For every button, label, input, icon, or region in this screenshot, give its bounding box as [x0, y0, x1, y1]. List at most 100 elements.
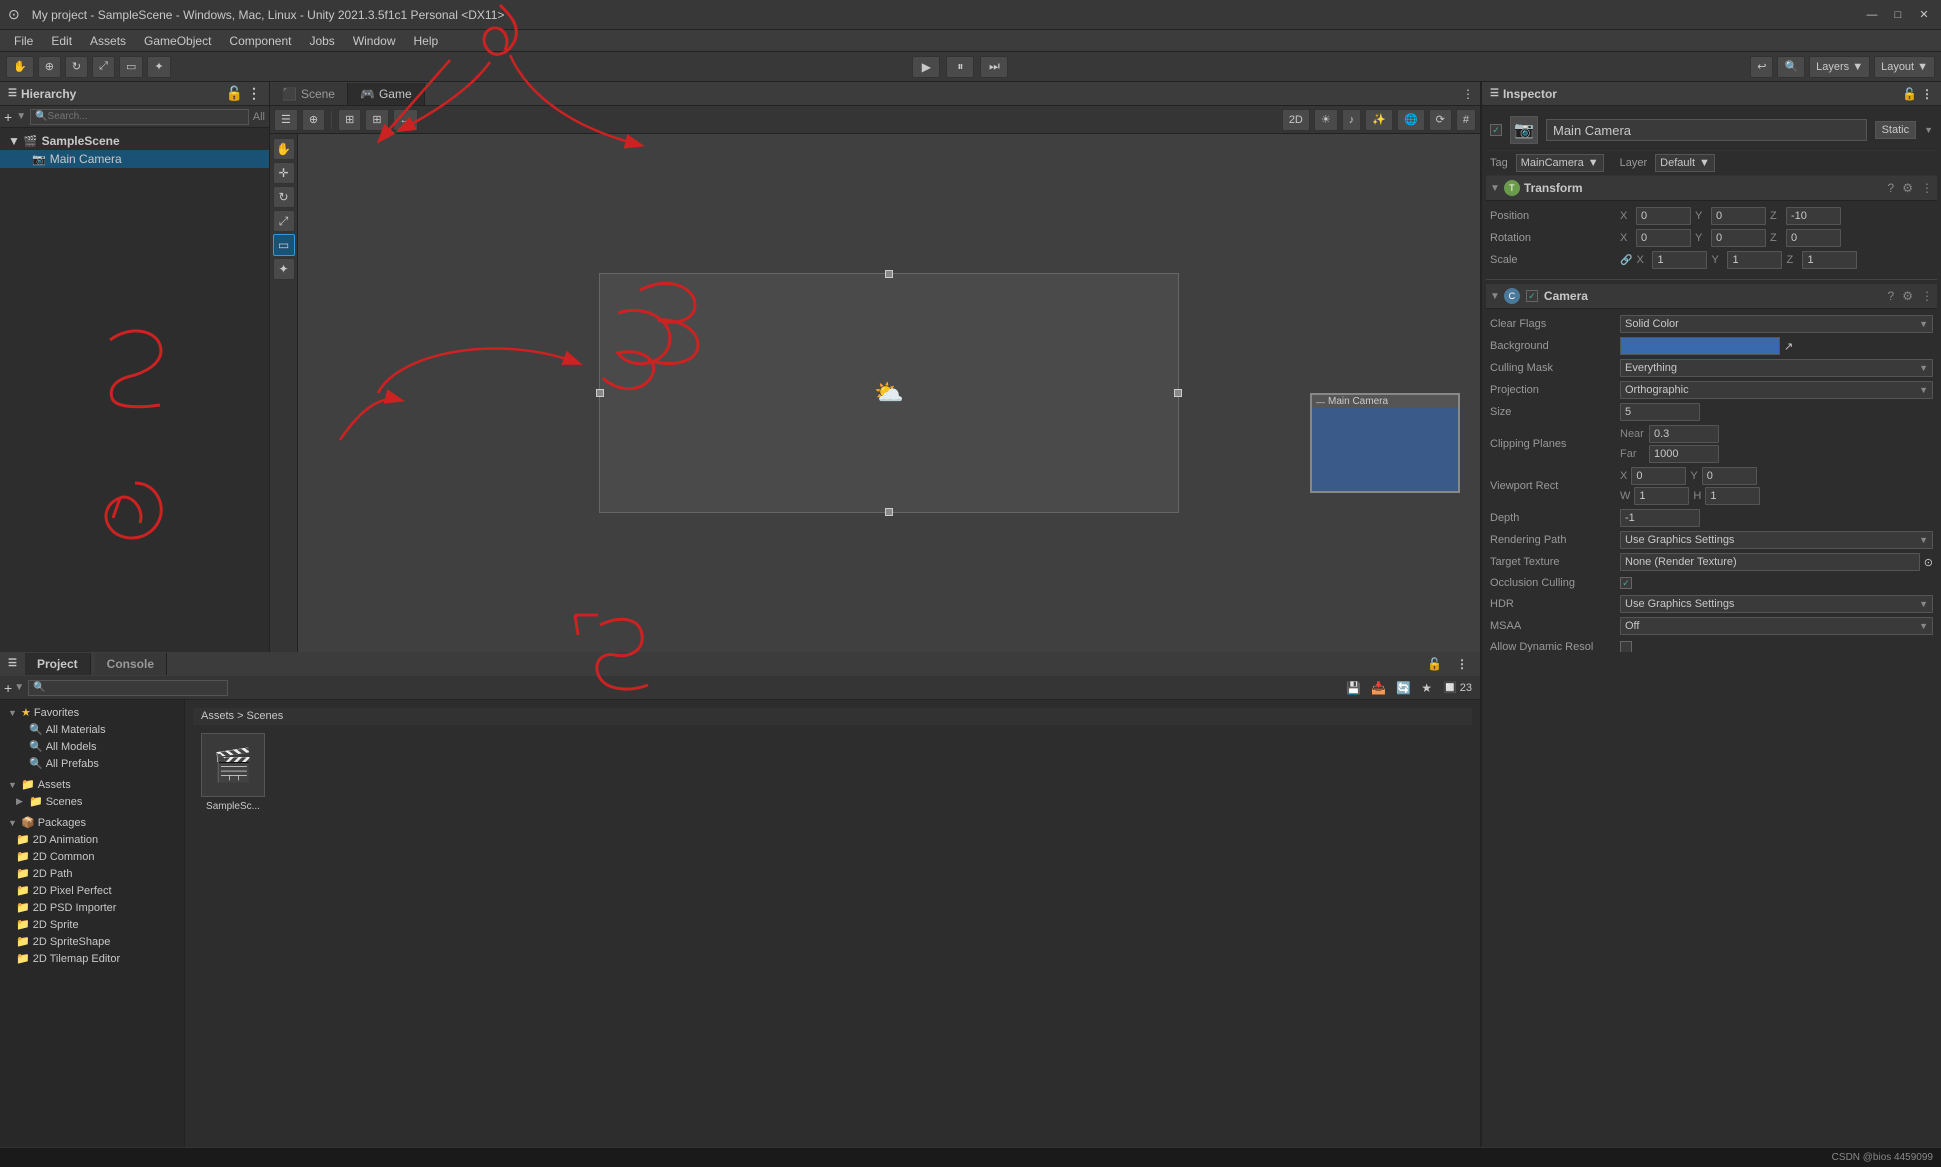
transform-more-icon[interactable]: ⋮ — [1921, 181, 1933, 195]
tab-scene[interactable]: ⬛ Scene — [270, 83, 348, 105]
layers-dropdown[interactable]: Layers ▼ — [1809, 56, 1870, 78]
vp-x-input[interactable]: 0 — [1631, 467, 1686, 485]
assets-header[interactable]: ▼ 📁 Assets — [0, 776, 184, 793]
scale-y-input[interactable]: 1 — [1727, 251, 1782, 269]
pkg-2d-path[interactable]: 📁 2D Path — [0, 865, 184, 882]
hierarchy-scene-item[interactable]: ▼ 🎬 SampleScene — [0, 132, 269, 150]
project-add-btn[interactable]: + — [4, 680, 12, 696]
search-btn[interactable]: 🔍 — [1777, 56, 1805, 78]
hierarchy-add-btn[interactable]: + — [4, 109, 12, 125]
clear-flags-dropdown[interactable]: Solid Color ▼ — [1620, 315, 1933, 333]
msaa-dropdown[interactable]: Off ▼ — [1620, 617, 1933, 635]
target-texture-pick-icon[interactable]: ⊙ — [1924, 556, 1933, 569]
rot-z-input[interactable]: 0 — [1786, 229, 1841, 247]
occlusion-checkbox[interactable]: ✓ — [1620, 577, 1632, 589]
menu-jobs[interactable]: Jobs — [301, 32, 342, 50]
tag-dropdown[interactable]: MainCamera ▼ — [1516, 154, 1604, 172]
scene-2d-btn[interactable]: 2D — [1282, 109, 1310, 131]
project-refresh-icon[interactable]: 🔄 — [1393, 681, 1414, 695]
transform-header[interactable]: ▼ T Transform ? ⚙ ⋮ — [1486, 176, 1937, 201]
favorites-all-models[interactable]: 🔍 All Models — [0, 738, 184, 755]
play-button[interactable]: ▶ — [912, 56, 940, 78]
custom-tool-btn[interactable]: ✦ — [147, 56, 170, 78]
scale-x-input[interactable]: 1 — [1652, 251, 1707, 269]
pkg-2d-animation[interactable]: 📁 2D Animation — [0, 831, 184, 848]
favorites-header[interactable]: ▼ ★ Favorites — [0, 704, 184, 721]
camera-more-icon[interactable]: ⋮ — [1921, 289, 1933, 303]
camera-enabled-checkbox[interactable]: ✓ — [1526, 290, 1538, 302]
handle-right[interactable] — [1174, 389, 1182, 397]
hierarchy-search-input[interactable] — [48, 111, 244, 122]
pos-y-input[interactable]: 0 — [1711, 207, 1766, 225]
scene-grid-btn[interactable]: # — [1456, 109, 1476, 131]
pkg-2d-psd[interactable]: 📁 2D PSD Importer — [0, 899, 184, 916]
hierarchy-more-icon[interactable]: ⋮ — [247, 85, 261, 102]
inspector-lock-icon[interactable]: 🔓 — [1902, 87, 1917, 101]
pkg-2d-spriteshape[interactable]: 📁 2D SpriteShape — [0, 933, 184, 950]
pkg-2d-sprite[interactable]: 📁 2D Sprite — [0, 916, 184, 933]
camera-comp-header[interactable]: ▼ C ✓ Camera ? ⚙ ⋮ — [1486, 284, 1937, 309]
scene-tool-2[interactable]: ⊕ — [302, 109, 325, 131]
projection-dropdown[interactable]: Orthographic ▼ — [1620, 381, 1933, 399]
tool-rect[interactable]: ▭ — [273, 234, 295, 256]
scale-tool-btn[interactable]: ⤢ — [92, 56, 115, 78]
pkg-2d-pixel[interactable]: 📁 2D Pixel Perfect — [0, 882, 184, 899]
menu-gameobject[interactable]: GameObject — [136, 32, 219, 50]
scene-audio-btn[interactable]: ♪ — [1342, 109, 1362, 131]
scene-tool-3[interactable]: ⊞ — [338, 109, 361, 131]
project-lock-icon[interactable]: 🔓 — [1421, 657, 1448, 671]
hand-tool-btn[interactable]: ✋ — [6, 56, 34, 78]
camera-help-icon[interactable]: ? — [1888, 289, 1895, 303]
undo-btn[interactable]: ↩ — [1750, 56, 1773, 78]
object-active-checkbox[interactable]: ✓ — [1490, 124, 1502, 136]
pkg-2d-common[interactable]: 📁 2D Common — [0, 848, 184, 865]
scene-light-btn[interactable]: ☀ — [1314, 109, 1338, 131]
static-button[interactable]: Static — [1875, 121, 1917, 139]
transform-tool-btn[interactable]: ⊕ — [38, 56, 61, 78]
step-button[interactable]: ⏭ — [980, 56, 1008, 78]
asset-item-samplescene[interactable]: 🎬 SampleSc... — [197, 729, 269, 816]
scene-tool-4[interactable]: ⊞ — [365, 109, 388, 131]
pause-button[interactable]: ⏸ — [946, 56, 974, 78]
rot-x-input[interactable]: 0 — [1636, 229, 1691, 247]
static-dropdown-arrow[interactable]: ▼ — [1924, 125, 1933, 135]
project-import-icon[interactable]: 📥 — [1368, 681, 1389, 695]
menu-help[interactable]: Help — [406, 32, 447, 50]
favorites-all-prefabs[interactable]: 🔍 All Prefabs — [0, 755, 184, 772]
handle-bottom[interactable] — [885, 508, 893, 516]
far-input[interactable]: 1000 — [1649, 445, 1719, 463]
culling-mask-dropdown[interactable]: Everything ▼ — [1620, 359, 1933, 377]
close-button[interactable]: ✕ — [1915, 6, 1933, 24]
rendering-dropdown[interactable]: Use Graphics Settings ▼ — [1620, 531, 1933, 549]
minimize-button[interactable]: — — [1863, 6, 1881, 24]
depth-input[interactable]: -1 — [1620, 509, 1700, 527]
tool-scale[interactable]: ⤢ — [273, 210, 295, 232]
maximize-button[interactable]: □ — [1889, 6, 1907, 24]
project-more-icon[interactable]: ⋮ — [1452, 657, 1472, 671]
assets-scenes[interactable]: ▶ 📁 Scenes — [0, 793, 184, 810]
pkg-2d-tilemap[interactable]: 📁 2D Tilemap Editor — [0, 950, 184, 967]
menu-edit[interactable]: Edit — [43, 32, 80, 50]
layout-dropdown[interactable]: Layout ▼ — [1874, 56, 1935, 78]
menu-assets[interactable]: Assets — [82, 32, 134, 50]
scene-skybox-btn[interactable]: 🌐 — [1397, 109, 1425, 131]
rot-y-input[interactable]: 0 — [1711, 229, 1766, 247]
tool-hand[interactable]: ✋ — [273, 138, 295, 160]
project-search-input[interactable] — [46, 682, 224, 693]
scene-anim-btn[interactable]: ⟳ — [1429, 109, 1452, 131]
favorites-all-materials[interactable]: 🔍 All Materials — [0, 721, 184, 738]
hdr-dropdown[interactable]: Use Graphics Settings ▼ — [1620, 595, 1933, 613]
project-add-arrow[interactable]: ▼ — [14, 682, 24, 693]
scene-more-icon[interactable]: ⋮ — [1456, 87, 1480, 101]
hierarchy-lock-icon[interactable]: 🔓 — [226, 85, 243, 102]
handle-top[interactable] — [885, 270, 893, 278]
background-color-swatch[interactable] — [1620, 337, 1780, 355]
project-save-icon[interactable]: 💾 — [1343, 681, 1364, 695]
near-input[interactable]: 0.3 — [1649, 425, 1719, 443]
pos-x-input[interactable]: 0 — [1636, 207, 1691, 225]
tab-console[interactable]: Console — [95, 653, 167, 675]
hierarchy-main-camera[interactable]: 📷 Main Camera — [0, 150, 269, 168]
menu-file[interactable]: File — [6, 32, 41, 50]
menu-window[interactable]: Window — [345, 32, 404, 50]
rect-tool-btn[interactable]: ▭ — [119, 56, 143, 78]
